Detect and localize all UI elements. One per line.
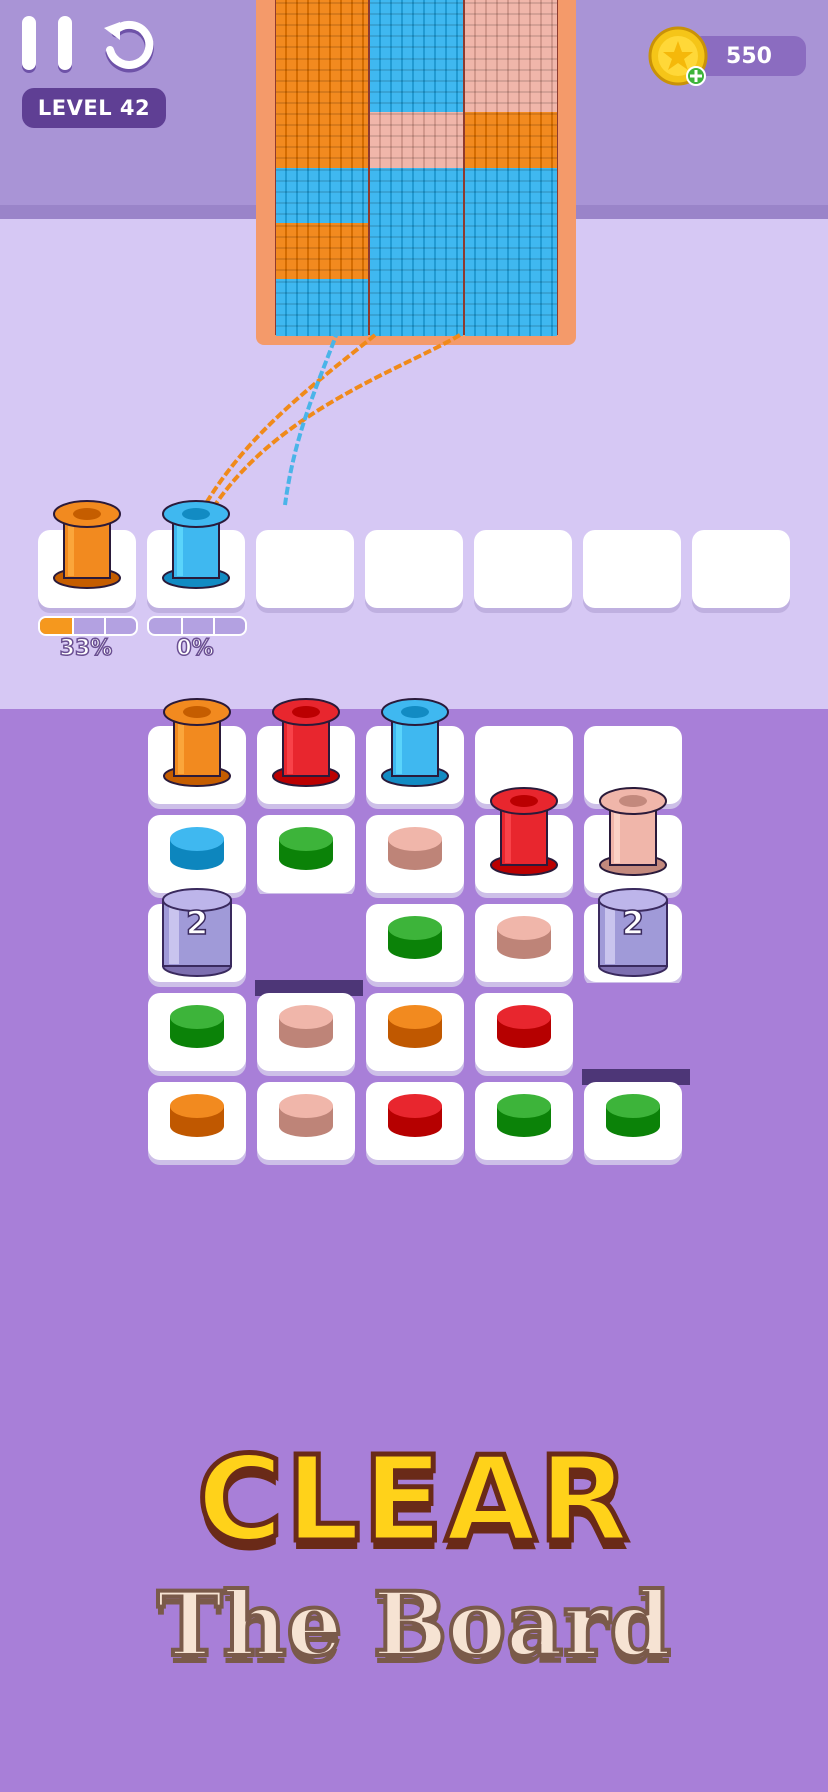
pause-button[interactable] [22,16,72,72]
peg-pink [387,825,443,873]
coin-count: 550 [726,43,772,69]
peg-green [169,1003,225,1051]
peg-pink [278,1003,334,1051]
peg-pink [278,1092,334,1140]
pause-icon-bar [58,16,72,70]
peg-pink [496,914,552,962]
peg-red [496,1003,552,1051]
level-label: LEVEL 42 [22,88,166,128]
spool-progress-label: 0% [176,635,215,662]
locked-spool[interactable]: 2 [161,886,233,978]
spool-orange [52,498,122,590]
game-screen: LEVEL 42 550 33% 0% 2 2 CLEAR The Board [0,0,828,1792]
orange-yarn-thread-2 [213,333,462,507]
spool-blue[interactable] [380,696,450,788]
lock-count: 2 [185,903,209,943]
peg-orange [169,1092,225,1140]
spool-orange[interactable] [162,696,232,788]
board-hole [255,894,363,982]
holding-slot[interactable] [365,530,463,608]
peg-blue [169,825,225,873]
peg-green [496,1092,552,1140]
spool-red[interactable] [271,696,341,788]
peg-green [387,914,443,962]
blue-yarn-thread [283,329,340,506]
board-hole [582,983,690,1071]
spool-progress-label: 33% [59,635,113,662]
peg-green [605,1092,661,1140]
peg-green [278,825,334,873]
headline-title: CLEAR [194,1430,632,1568]
spool-blue [161,498,231,590]
pause-icon [22,16,36,70]
locked-spool[interactable]: 2 [597,886,669,978]
lock-count: 2 [621,903,645,943]
holding-slot[interactable] [256,530,354,608]
peg-orange [387,1003,443,1051]
holding-slot[interactable] [692,530,790,608]
holding-slot[interactable] [583,530,681,608]
peg-red [387,1092,443,1140]
spool-progress-bar [147,616,247,636]
coin-star-icon[interactable] [648,26,708,86]
undo-button[interactable] [98,14,160,76]
headline-subtitle: The Board [155,1572,673,1676]
undo-icon [104,20,154,73]
spool-red[interactable] [489,785,559,877]
holding-slot[interactable] [474,530,572,608]
spool-pink[interactable] [598,785,668,877]
spool-progress-bar [38,616,138,636]
